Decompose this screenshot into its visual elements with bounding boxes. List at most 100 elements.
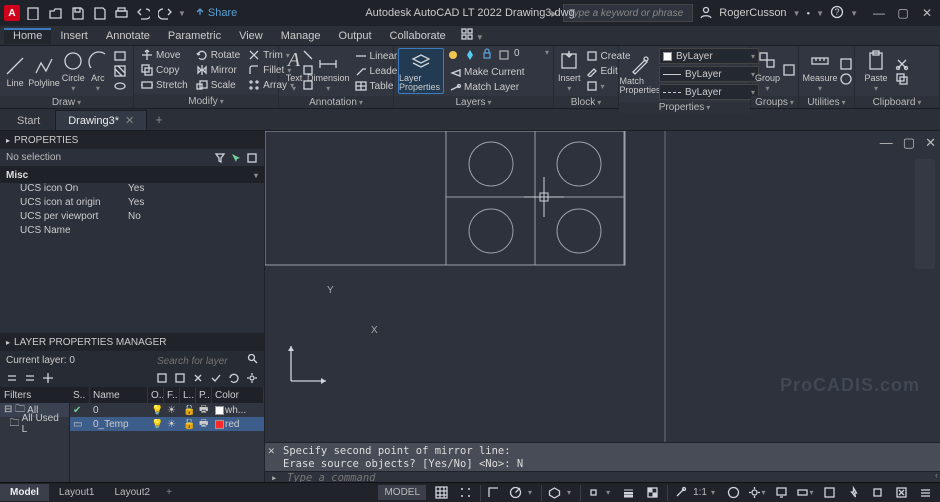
cmd-close-icon[interactable]: ✕: [268, 444, 275, 458]
scale-button[interactable]: Scale: [193, 78, 243, 92]
close-tab-icon[interactable]: ✕: [125, 114, 134, 127]
quickselect-icon[interactable]: [214, 152, 226, 164]
file-tab-drawing3[interactable]: Drawing3*✕: [55, 110, 147, 130]
search-icon[interactable]: [247, 353, 258, 364]
qat-redo-icon[interactable]: [156, 4, 174, 22]
copy-button[interactable]: Copy: [138, 63, 191, 77]
quickprops-icon[interactable]: [820, 485, 838, 501]
user-name[interactable]: RogerCusson: [719, 7, 786, 19]
filter-used[interactable]: 🗀 All Used L: [0, 417, 69, 431]
layer-i1-icon[interactable]: [446, 48, 460, 62]
restore-button[interactable]: ▢: [894, 6, 912, 20]
share-button[interactable]: Share: [194, 7, 237, 19]
close-button[interactable]: ✕: [918, 6, 936, 20]
group2-icon[interactable]: [782, 63, 796, 77]
match-properties-button[interactable]: Match Properties: [623, 51, 657, 97]
linetype-combo[interactable]: ByLayer▾: [659, 84, 759, 100]
layer-i3-icon[interactable]: [480, 48, 494, 62]
command-line[interactable]: ✕ Specify second point of mirror line: E…: [265, 442, 940, 482]
menu-insert[interactable]: Insert: [51, 28, 97, 44]
transparency-icon[interactable]: [643, 485, 661, 501]
osnap-icon[interactable]: [584, 485, 602, 501]
cut-icon[interactable]: [895, 57, 909, 71]
isolate-icon[interactable]: [868, 485, 886, 501]
minimize-button[interactable]: —: [870, 6, 888, 20]
prop-val[interactable]: Yes: [128, 183, 264, 197]
lineweight-icon[interactable]: [619, 485, 637, 501]
menu-home[interactable]: Home: [4, 28, 51, 44]
prop-val[interactable]: [128, 225, 264, 239]
hardware-accel-icon[interactable]: [844, 485, 862, 501]
model-space-button[interactable]: MODEL: [378, 485, 426, 500]
qat-dropdown-icon[interactable]: ▼: [178, 9, 186, 18]
help-icon[interactable]: ?: [830, 5, 844, 22]
lineweight-combo[interactable]: ByLayer▾: [659, 66, 759, 82]
copy-clip-icon[interactable]: [895, 72, 909, 86]
paste-button[interactable]: Paste▾: [859, 48, 893, 94]
workspace-icon[interactable]: ▾: [748, 485, 766, 501]
autodesk-app-icon[interactable]: 🞄: [806, 7, 810, 20]
freeze-all-icon[interactable]: [42, 372, 54, 384]
menu-annotate[interactable]: Annotate: [97, 28, 159, 44]
polar-icon[interactable]: [506, 485, 524, 501]
qat-plot-icon[interactable]: [112, 4, 130, 22]
match-layer-button[interactable]: Match Layer: [446, 80, 549, 94]
new-layer-icon[interactable]: [6, 372, 18, 384]
new-layer2-icon[interactable]: [24, 372, 36, 384]
new-state-icon[interactable]: [156, 372, 168, 384]
hatch-icon[interactable]: [111, 64, 129, 78]
layer-row-temp[interactable]: ▭ 0_Temp 💡 ☀ 🔓 🖶 red: [70, 417, 264, 431]
drawing-viewport[interactable]: — ▢ ✕: [265, 131, 940, 442]
text-button[interactable]: AText▾: [283, 48, 305, 94]
make-current-button[interactable]: Make Current: [446, 65, 549, 79]
set-current-icon[interactable]: [210, 372, 222, 384]
annoscale-icon-2[interactable]: [724, 485, 742, 501]
ellipse-icon[interactable]: [111, 79, 129, 93]
selection-combo[interactable]: No selection: [6, 152, 61, 163]
cleanscreen-icon[interactable]: [892, 485, 910, 501]
customize-icon[interactable]: [916, 485, 934, 501]
prop-val[interactable]: No: [128, 211, 264, 225]
settings-icon[interactable]: [246, 372, 258, 384]
layout-tab-model[interactable]: Model: [0, 484, 49, 501]
select-objects-icon[interactable]: [230, 152, 242, 164]
circle-button[interactable]: Circle▾: [62, 48, 85, 94]
annoscale-icon-1[interactable]: [671, 485, 689, 501]
properties-header[interactable]: ▸PROPERTIES: [0, 131, 264, 149]
isodraft-icon[interactable]: [545, 485, 563, 501]
qat-save-icon[interactable]: [68, 4, 86, 22]
mirror-button[interactable]: Mirror: [193, 63, 243, 77]
grid-icon[interactable]: [432, 485, 450, 501]
signin-icon[interactable]: [699, 5, 713, 22]
menu-view[interactable]: View: [230, 28, 272, 44]
layer-properties-button[interactable]: Layer Properties: [398, 48, 444, 94]
prop-val[interactable]: Yes: [128, 197, 264, 211]
delete-layer-icon[interactable]: [192, 372, 204, 384]
toggle-pickadd-icon[interactable]: [246, 152, 258, 164]
qat-undo-icon[interactable]: [134, 4, 152, 22]
menu-output[interactable]: Output: [330, 28, 381, 44]
qat-new-icon[interactable]: [24, 4, 42, 22]
ortho-icon[interactable]: [484, 485, 502, 501]
util2-icon[interactable]: [839, 57, 853, 71]
measure-button[interactable]: Measure▾: [803, 48, 837, 94]
layer-i4-icon[interactable]: [497, 48, 511, 62]
menu-collaborate[interactable]: Collaborate: [381, 28, 455, 44]
arc-button[interactable]: Arc▾: [87, 48, 109, 94]
layer-manager-header[interactable]: ▸LAYER PROPERTIES MANAGER: [0, 333, 264, 351]
rotate-button[interactable]: Rotate: [193, 48, 243, 62]
snap-icon[interactable]: [456, 485, 474, 501]
layer-states-icon[interactable]: [174, 372, 186, 384]
anno-scale-value[interactable]: 1:1: [693, 487, 707, 498]
menu-manage[interactable]: Manage: [272, 28, 330, 44]
layer-i2-icon[interactable]: [463, 48, 477, 62]
qat-open-icon[interactable]: [46, 4, 64, 22]
file-tab-start[interactable]: Start: [4, 111, 53, 130]
rect-icon[interactable]: [111, 49, 129, 63]
app-menu-button[interactable]: A: [4, 5, 20, 21]
refresh-icon[interactable]: [228, 372, 240, 384]
layout-tab-layout2[interactable]: Layout2: [104, 484, 160, 501]
layout-tab-add[interactable]: +: [160, 484, 178, 501]
dimension-button[interactable]: Dimension▾: [307, 48, 350, 94]
annomonitor-icon[interactable]: [772, 485, 790, 501]
